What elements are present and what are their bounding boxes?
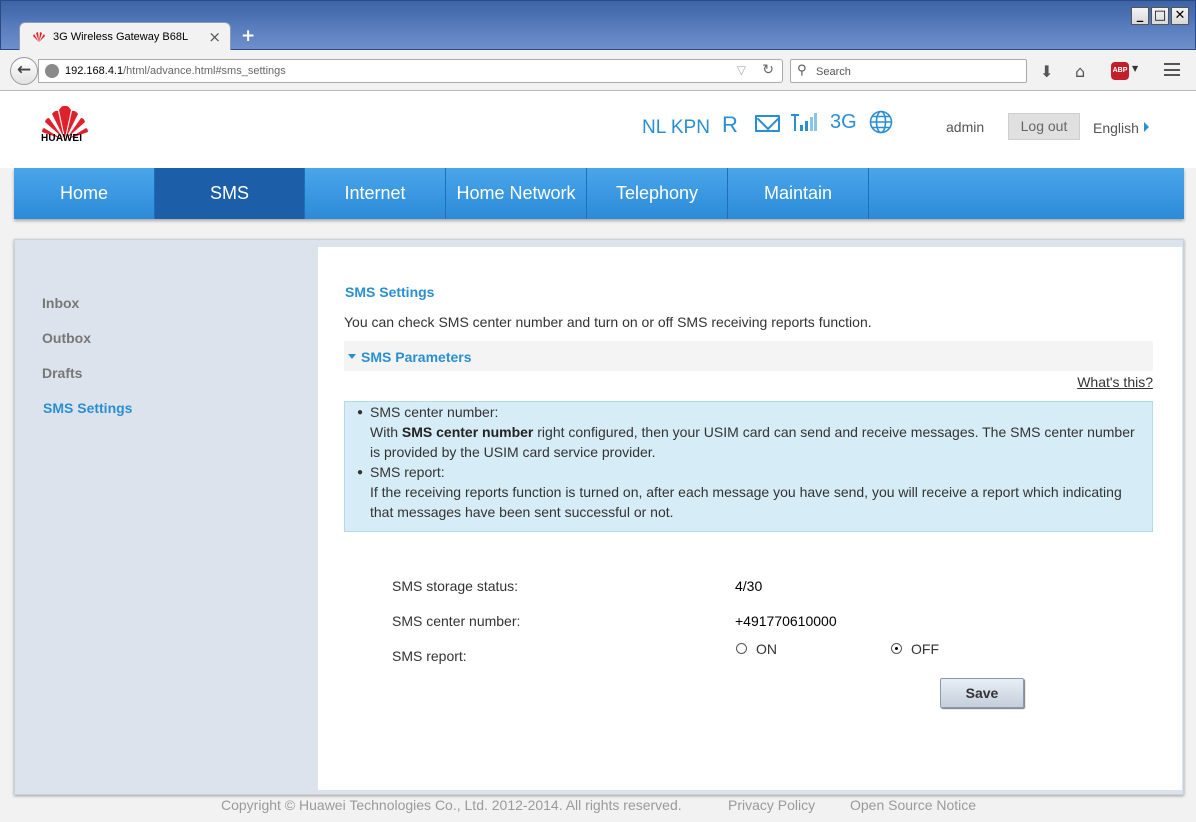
tab-close-icon[interactable]: ×: [208, 28, 221, 46]
maximize-button[interactable]: □: [1151, 7, 1169, 25]
report-label: SMS report:: [392, 648, 467, 664]
collapse-triangle-icon[interactable]: [348, 354, 356, 359]
nav-internet[interactable]: Internet: [305, 168, 446, 219]
whats-this-link[interactable]: What's this?: [1077, 374, 1153, 390]
logout-button[interactable]: Log out: [1008, 113, 1080, 140]
adblock-icon[interactable]: ABP: [1111, 62, 1129, 80]
globe-icon: [869, 110, 893, 134]
close-window-button[interactable]: ✕: [1171, 7, 1189, 25]
report-off-label[interactable]: OFF: [911, 641, 939, 657]
sms-parameters-section[interactable]: SMS Parameters: [344, 341, 1153, 371]
signal-strength-icon: [791, 113, 817, 131]
sidebar-item-drafts[interactable]: Drafts: [42, 365, 82, 381]
help-box: ● SMS center number: With SMS center num…: [344, 401, 1153, 532]
page-title: SMS Settings: [345, 284, 435, 300]
page-description: You can check SMS center number and turn…: [344, 314, 872, 330]
huawei-favicon-icon: [33, 32, 45, 42]
center-number-value: +491770610000: [735, 613, 837, 629]
tab-title: 3G Wireless Gateway B68L: [53, 31, 189, 43]
help-text: is provided by the USIM card service pro…: [370, 444, 656, 460]
report-off-radio[interactable]: [891, 643, 902, 654]
bullet-icon: ●: [357, 407, 364, 418]
nav-home[interactable]: Home: [14, 168, 155, 219]
adblock-dropdown-icon[interactable]: ▼: [1132, 64, 1138, 73]
nav-maintain[interactable]: Maintain: [728, 168, 869, 219]
language-arrow-icon[interactable]: [1144, 122, 1149, 132]
home-icon[interactable]: ⌂: [1075, 62, 1085, 81]
settings-panel: SMS Settings You can check SMS center nu…: [318, 247, 1182, 790]
report-on-radio[interactable]: [736, 643, 747, 654]
network-type: 3G: [830, 111, 857, 133]
sidebar-item-sms-settings[interactable]: SMS Settings: [43, 400, 132, 416]
save-button[interactable]: Save: [940, 678, 1024, 708]
search-placeholder: Search: [816, 66, 851, 78]
center-number-label: SMS center number:: [392, 613, 521, 629]
help-item-title: SMS center number:: [370, 404, 499, 420]
url-dropdown-icon[interactable]: ▽: [737, 63, 746, 77]
username: admin: [946, 119, 985, 135]
browser-tab[interactable]: 3G Wireless Gateway B68L ×: [19, 22, 231, 51]
page-header: HUAWEI NL KPN R 3G admin Log out English: [0, 91, 1196, 168]
sidebar-item-inbox[interactable]: Inbox: [42, 295, 79, 311]
nav-telephony[interactable]: Telephony: [587, 168, 728, 219]
back-arrow-icon[interactable]: ←: [10, 57, 38, 85]
copyright-text: Copyright © Huawei Technologies Co., Ltd…: [221, 797, 682, 813]
nav-home-network[interactable]: Home Network: [446, 168, 587, 219]
help-text: that messages have been sent successful …: [370, 504, 674, 520]
address-bar[interactable]: 192.168.4.1/html/advance.html#sms_settin…: [38, 59, 783, 83]
url-text[interactable]: 192.168.4.1/html/advance.html#sms_settin…: [65, 65, 286, 77]
hamburger-menu-icon[interactable]: [1164, 63, 1180, 76]
main-nav: Home SMS Internet Home Network Telephony…: [14, 168, 1184, 219]
nav-sms[interactable]: SMS: [155, 168, 305, 219]
storage-value: 4/30: [735, 578, 763, 594]
privacy-policy-link[interactable]: Privacy Policy: [728, 797, 815, 813]
report-on-label[interactable]: ON: [756, 641, 777, 657]
minimize-button[interactable]: _: [1131, 7, 1149, 25]
sidebar-item-outbox[interactable]: Outbox: [42, 330, 91, 346]
search-icon: ⚲: [797, 63, 807, 78]
download-icon[interactable]: ⬇: [1040, 62, 1053, 81]
site-identity-icon[interactable]: [45, 64, 59, 78]
storage-label: SMS storage status:: [392, 578, 519, 594]
brand-name: HUAWEI: [41, 133, 83, 144]
help-item-title: SMS report:: [370, 464, 445, 480]
content-frame: Inbox Outbox Drafts SMS Settings SMS Set…: [14, 239, 1184, 795]
bullet-icon: ●: [357, 467, 364, 478]
router-page: HUAWEI NL KPN R 3G admin Log out English…: [0, 91, 1196, 822]
language-selector[interactable]: English: [1093, 120, 1139, 136]
help-text: With SMS center number right configured,…: [370, 424, 1135, 440]
reload-icon[interactable]: ↻: [762, 62, 774, 78]
help-text: If the receiving reports function is tur…: [370, 484, 1122, 500]
carrier-name: NL KPN: [642, 117, 710, 138]
window-titlebar: 3G Wireless Gateway B68L × + _ □ ✕: [0, 0, 1196, 51]
search-input[interactable]: ⚲ Search: [790, 59, 1027, 83]
new-tab-button[interactable]: +: [241, 26, 255, 46]
section-label[interactable]: SMS Parameters: [361, 349, 472, 365]
open-source-notice-link[interactable]: Open Source Notice: [850, 797, 976, 813]
browser-toolbar: ← 192.168.4.1/html/advance.html#sms_sett…: [0, 50, 1196, 91]
mail-icon[interactable]: [755, 115, 780, 132]
roaming-indicator: R: [722, 112, 738, 137]
